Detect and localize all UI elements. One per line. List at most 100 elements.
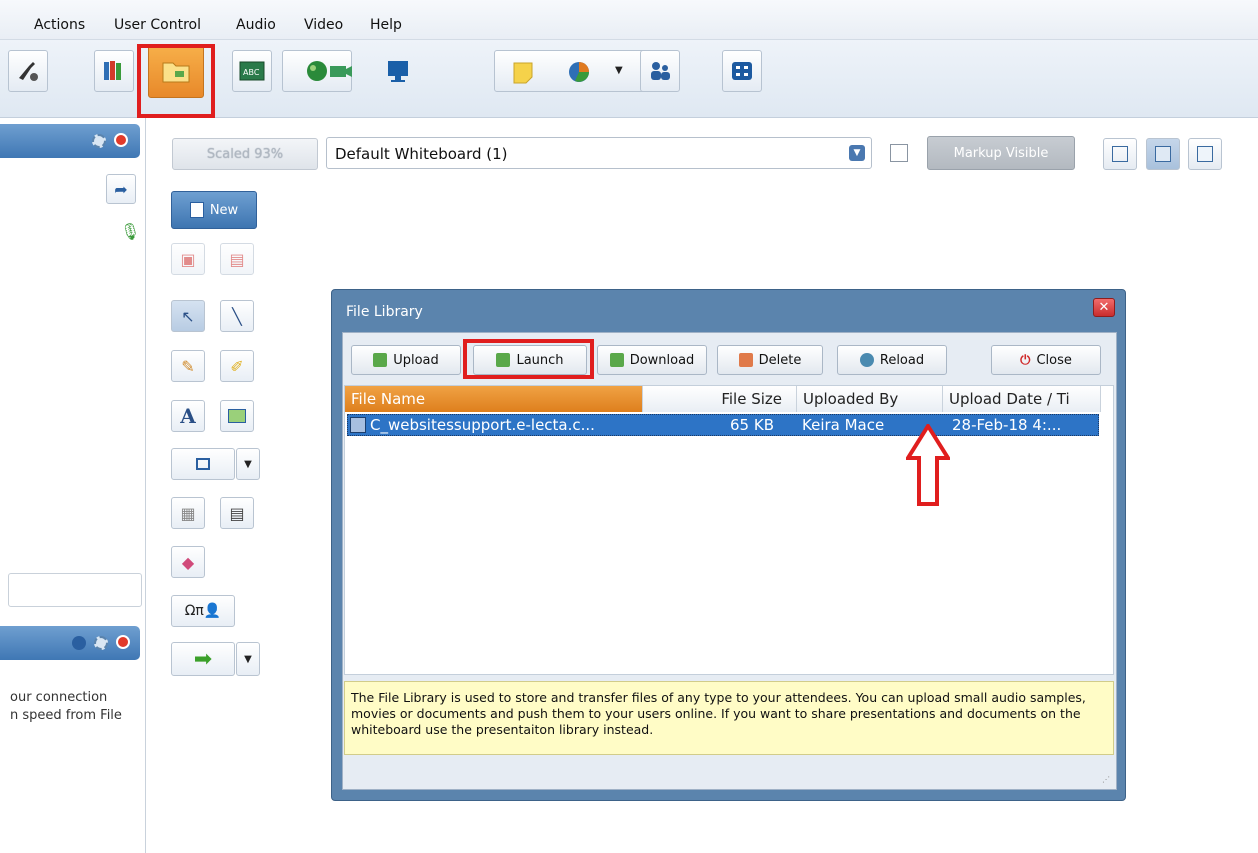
download-button[interactable]: Download	[597, 345, 707, 375]
power-icon: ⏻	[1020, 352, 1031, 368]
share-arrow-button[interactable]: ➦	[106, 174, 136, 204]
users-icon[interactable]	[72, 636, 86, 650]
new-label: New	[209, 202, 239, 218]
dialog-close-button[interactable]: ✕	[1093, 298, 1115, 317]
view-normal-button[interactable]	[1103, 138, 1137, 170]
fullscreen-icon	[732, 62, 752, 80]
clear-page-icon: ▣	[180, 249, 196, 269]
column-file-size[interactable]: File Size	[643, 386, 797, 412]
highlighter-icon: ✐	[230, 356, 244, 376]
arrow-right-icon: ➡	[193, 646, 213, 672]
annotation-up-arrow-icon	[906, 424, 950, 506]
new-page-icon	[189, 202, 204, 218]
whiteboard-button[interactable]: ABC	[232, 50, 272, 92]
shape-tool[interactable]	[171, 448, 235, 480]
upload-button[interactable]: Upload	[351, 345, 461, 375]
clear-markup-button[interactable]: ▣	[171, 243, 205, 275]
eraser-icon: ◆	[181, 552, 195, 572]
upload-icon	[373, 353, 388, 367]
markup-checkbox[interactable]	[890, 144, 908, 162]
chevron-down-icon: ▼	[244, 653, 252, 665]
new-whiteboard-button[interactable]: New	[171, 191, 257, 229]
text-a-icon: A	[180, 404, 196, 428]
menu-help[interactable]: Help	[370, 17, 402, 33]
upload-date-cell: 28-Feb-18 4:...	[952, 416, 1062, 434]
fit-page-icon	[1197, 146, 1213, 162]
resize-grip-icon[interactable]: ⋰	[1102, 775, 1112, 785]
view-fit-page-button[interactable]	[1188, 138, 1222, 170]
delete-page-button[interactable]: ▤	[220, 243, 254, 275]
audio-settings-button[interactable]	[8, 50, 48, 92]
info-message: The File Library is used to store and tr…	[344, 681, 1114, 755]
image-icon	[228, 409, 246, 423]
location-pin-icon[interactable]	[114, 133, 128, 147]
omega-pi-icon: Ωπ👤	[184, 603, 222, 619]
eraser-tool[interactable]: ◆	[171, 546, 205, 578]
menu-actions[interactable]: Actions	[34, 17, 85, 33]
breakout-users-button[interactable]	[640, 50, 680, 92]
file-table: File Name File Size Uploaded By Upload D…	[344, 385, 1114, 675]
audio-settings-icon	[19, 62, 38, 81]
settings-gear-icon[interactable]	[94, 636, 108, 650]
chat-input[interactable]	[8, 573, 142, 607]
share-arrow-icon: ➦	[114, 179, 128, 199]
sticky-note-button[interactable]	[511, 60, 535, 88]
select-tool[interactable]: ↖	[171, 300, 205, 332]
video-camera-icon	[330, 66, 352, 77]
markup-visible-button[interactable]: Markup Visible	[927, 136, 1075, 170]
polling-button[interactable]	[567, 60, 591, 88]
shape-dropdown[interactable]: ▼	[236, 448, 260, 480]
connection-status-text-1: our connection	[10, 690, 108, 705]
view-normal-icon	[1112, 146, 1128, 162]
launch-highlight	[463, 339, 594, 379]
grid-tool[interactable]: ▦	[171, 497, 205, 529]
pencil-icon: ✎	[181, 356, 195, 376]
menu-audio[interactable]: Audio	[236, 17, 276, 33]
column-uploaded-by[interactable]: Uploaded By	[797, 386, 943, 412]
uploaded-by-cell: Keira Mace	[802, 416, 885, 434]
file-library-dialog: File Library ✕ Upload Launch Download De…	[331, 289, 1126, 801]
file-size-cell: 65 KB	[730, 416, 774, 434]
video-button[interactable]	[326, 50, 356, 92]
menu-user-control[interactable]: User Control	[114, 17, 201, 33]
polling-pie-icon	[569, 62, 589, 82]
text-tool[interactable]: A	[171, 400, 205, 432]
line-icon: ╲	[232, 306, 242, 326]
svg-text:ABC: ABC	[243, 68, 260, 77]
close-button[interactable]: ⏻ Close	[991, 345, 1101, 375]
line-tool[interactable]: ╲	[220, 300, 254, 332]
users-panel-header	[0, 626, 140, 660]
close-icon: ✕	[1098, 300, 1110, 315]
page-frame-tool[interactable]: ▤	[220, 497, 254, 529]
download-label: Download	[629, 352, 695, 368]
settings-gear-icon[interactable]	[92, 134, 106, 148]
symbols-tool[interactable]: Ωπ👤	[171, 595, 235, 627]
next-page-button[interactable]: ➡	[171, 642, 235, 676]
connection-status-text-2: n speed from File	[10, 708, 122, 723]
view-fit-width-button[interactable]	[1146, 138, 1180, 170]
reload-icon	[859, 353, 874, 367]
highlighter-tool[interactable]: ✐	[220, 350, 254, 382]
reload-button[interactable]: Reload	[837, 345, 947, 375]
delete-label: Delete	[758, 352, 802, 368]
column-file-name[interactable]: File Name	[345, 386, 643, 412]
left-panel: ➦ 🎙 our connection n speed from File	[0, 118, 146, 853]
desktop-share-button[interactable]	[380, 50, 416, 92]
whiteboard-select[interactable]: Default Whiteboard (1) ▼	[326, 137, 872, 169]
page-frame-icon: ▤	[229, 503, 245, 523]
next-page-dropdown[interactable]: ▼	[236, 642, 260, 676]
table-row[interactable]: C_websitessupport.e-lecta.c... 65 KB Kei…	[347, 414, 1099, 436]
pencil-tool[interactable]: ✎	[171, 350, 205, 382]
fullscreen-button[interactable]	[722, 50, 762, 92]
presentation-library-button[interactable]	[94, 50, 134, 92]
delete-button[interactable]: Delete	[717, 345, 823, 375]
polling-dropdown-icon[interactable]: ▼	[615, 65, 623, 76]
menu-video[interactable]: Video	[304, 17, 343, 33]
rectangle-icon	[196, 458, 210, 470]
scaled-zoom-button[interactable]: Scaled 93%	[172, 138, 318, 170]
image-tool[interactable]	[220, 400, 254, 432]
sticky-note-icon	[513, 62, 533, 84]
column-upload-date[interactable]: Upload Date / Ti	[943, 386, 1101, 412]
file-library-highlight	[137, 44, 215, 118]
location-pin-icon[interactable]	[116, 635, 130, 649]
